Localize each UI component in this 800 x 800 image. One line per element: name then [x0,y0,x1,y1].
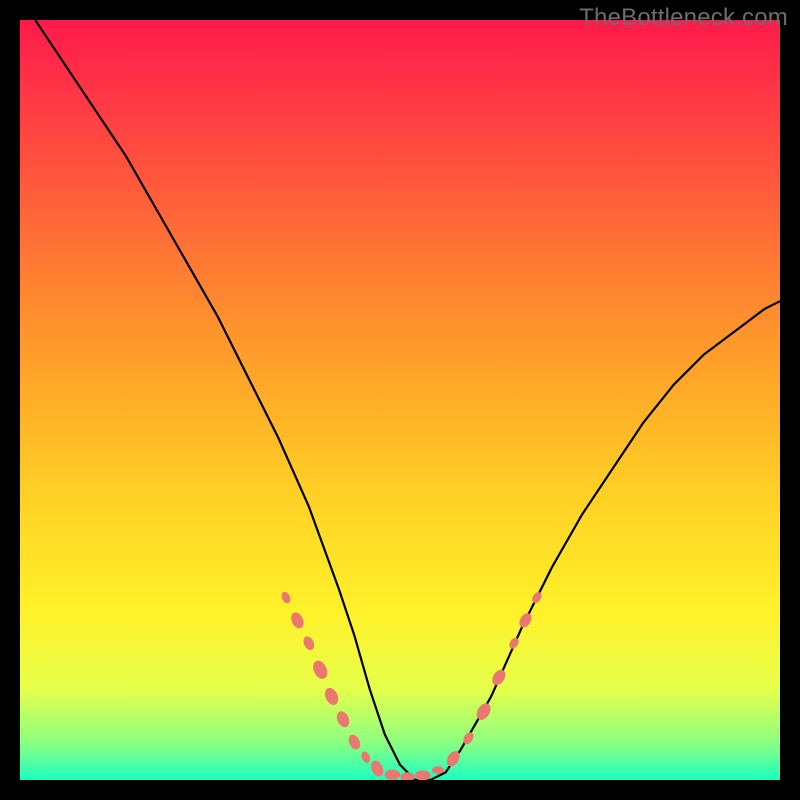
highlight-bead [280,590,292,604]
highlight-bead [490,667,508,687]
highlight-beads-group [280,590,544,780]
highlight-bead [289,610,306,630]
highlight-bead [369,759,386,779]
highlight-bead [415,770,431,780]
highlight-bead [530,590,543,604]
highlight-bead [385,770,401,780]
highlight-bead [507,636,520,650]
highlight-bead [517,611,534,630]
chart-frame [20,20,780,780]
highlight-bead [360,750,372,764]
highlight-bead [301,635,316,652]
highlight-bead [400,772,414,780]
chart-svg [20,20,780,780]
watermark-text: TheBottleneck.com [579,4,788,32]
highlight-bead [346,733,362,752]
highlight-bead [310,658,330,681]
highlight-bead [322,686,340,707]
highlight-bead [432,766,444,774]
bottleneck-curve [35,20,780,780]
highlight-bead [474,701,494,723]
highlight-bead [334,709,351,729]
